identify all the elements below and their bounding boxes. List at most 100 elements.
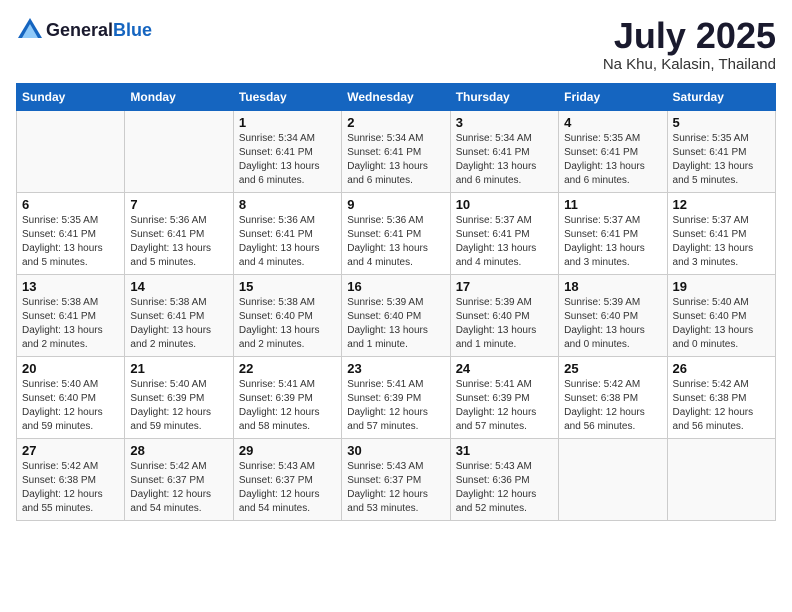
day-number: 29 — [239, 443, 336, 458]
day-number: 27 — [22, 443, 119, 458]
weekday-header-saturday: Saturday — [667, 83, 775, 110]
day-info: Sunrise: 5:42 AM Sunset: 6:38 PM Dayligh… — [564, 378, 661, 434]
day-number: 15 — [239, 279, 336, 294]
day-number: 26 — [673, 361, 770, 376]
day-info: Sunrise: 5:36 AM Sunset: 6:41 PM Dayligh… — [347, 214, 444, 270]
calendar-table: SundayMondayTuesdayWednesdayThursdayFrid… — [16, 83, 776, 521]
day-number: 7 — [130, 197, 227, 212]
day-number: 18 — [564, 279, 661, 294]
week-row-3: 13 Sunrise: 5:38 AM Sunset: 6:41 PM Dayli… — [17, 274, 776, 356]
day-number: 31 — [456, 443, 553, 458]
day-info: Sunrise: 5:39 AM Sunset: 6:40 PM Dayligh… — [564, 296, 661, 352]
day-cell: 3 Sunrise: 5:34 AM Sunset: 6:41 PM Daylig… — [450, 110, 558, 192]
weekday-header-wednesday: Wednesday — [342, 83, 450, 110]
day-info: Sunrise: 5:39 AM Sunset: 6:40 PM Dayligh… — [456, 296, 553, 352]
day-cell: 23 Sunrise: 5:41 AM Sunset: 6:39 PM Dayli… — [342, 356, 450, 438]
day-cell: 30 Sunrise: 5:43 AM Sunset: 6:37 PM Dayli… — [342, 438, 450, 520]
day-info: Sunrise: 5:36 AM Sunset: 6:41 PM Dayligh… — [239, 214, 336, 270]
day-info: Sunrise: 5:42 AM Sunset: 6:38 PM Dayligh… — [22, 460, 119, 516]
day-number: 5 — [673, 115, 770, 130]
day-number: 17 — [456, 279, 553, 294]
week-row-2: 6 Sunrise: 5:35 AM Sunset: 6:41 PM Daylig… — [17, 192, 776, 274]
day-number: 12 — [673, 197, 770, 212]
logo: GeneralBlue — [16, 16, 152, 44]
day-cell — [559, 438, 667, 520]
day-cell: 15 Sunrise: 5:38 AM Sunset: 6:40 PM Dayli… — [233, 274, 341, 356]
week-row-1: 1Sunrise: 5:34 AM Sunset: 6:41 PM Daylig… — [17, 110, 776, 192]
day-cell: 8 Sunrise: 5:36 AM Sunset: 6:41 PM Daylig… — [233, 192, 341, 274]
weekday-header-friday: Friday — [559, 83, 667, 110]
logo-blue: Blue — [113, 20, 152, 40]
day-cell: 13 Sunrise: 5:38 AM Sunset: 6:41 PM Dayli… — [17, 274, 125, 356]
day-number: 9 — [347, 197, 444, 212]
day-number: 11 — [564, 197, 661, 212]
day-info: Sunrise: 5:38 AM Sunset: 6:40 PM Dayligh… — [239, 296, 336, 352]
day-number: 30 — [347, 443, 444, 458]
day-info: Sunrise: 5:42 AM Sunset: 6:37 PM Dayligh… — [130, 460, 227, 516]
week-row-4: 20Sunrise: 5:40 AM Sunset: 6:40 PM Dayli… — [17, 356, 776, 438]
day-number: 22 — [239, 361, 336, 376]
day-info: Sunrise: 5:41 AM Sunset: 6:39 PM Dayligh… — [239, 378, 336, 434]
day-info: Sunrise: 5:35 AM Sunset: 6:41 PM Dayligh… — [22, 214, 119, 270]
day-cell: 20Sunrise: 5:40 AM Sunset: 6:40 PM Dayli… — [17, 356, 125, 438]
day-number: 8 — [239, 197, 336, 212]
day-cell: 28 Sunrise: 5:42 AM Sunset: 6:37 PM Dayli… — [125, 438, 233, 520]
title-block: July 2025 Na Khu, Kalasin, Thailand — [603, 16, 776, 73]
day-cell: 12 Sunrise: 5:37 AM Sunset: 6:41 PM Dayli… — [667, 192, 775, 274]
day-info: Sunrise: 5:35 AM Sunset: 6:41 PM Dayligh… — [564, 132, 661, 188]
day-info: Sunrise: 5:39 AM Sunset: 6:40 PM Dayligh… — [347, 296, 444, 352]
day-cell: 1Sunrise: 5:34 AM Sunset: 6:41 PM Daylig… — [233, 110, 341, 192]
day-cell: 26Sunrise: 5:42 AM Sunset: 6:38 PM Dayli… — [667, 356, 775, 438]
day-info: Sunrise: 5:38 AM Sunset: 6:41 PM Dayligh… — [22, 296, 119, 352]
day-info: Sunrise: 5:34 AM Sunset: 6:41 PM Dayligh… — [456, 132, 553, 188]
day-cell: 17 Sunrise: 5:39 AM Sunset: 6:40 PM Dayli… — [450, 274, 558, 356]
day-info: Sunrise: 5:34 AM Sunset: 6:41 PM Dayligh… — [347, 132, 444, 188]
day-number: 14 — [130, 279, 227, 294]
day-number: 13 — [22, 279, 119, 294]
day-number: 20 — [22, 361, 119, 376]
day-info: Sunrise: 5:34 AM Sunset: 6:41 PM Dayligh… — [239, 132, 336, 188]
day-cell: 5 Sunrise: 5:35 AM Sunset: 6:41 PM Daylig… — [667, 110, 775, 192]
day-info: Sunrise: 5:37 AM Sunset: 6:41 PM Dayligh… — [673, 214, 770, 270]
day-info: Sunrise: 5:41 AM Sunset: 6:39 PM Dayligh… — [456, 378, 553, 434]
day-number: 23 — [347, 361, 444, 376]
day-cell — [17, 110, 125, 192]
day-info: Sunrise: 5:37 AM Sunset: 6:41 PM Dayligh… — [564, 214, 661, 270]
day-cell: 21Sunrise: 5:40 AM Sunset: 6:39 PM Dayli… — [125, 356, 233, 438]
day-number: 28 — [130, 443, 227, 458]
day-info: Sunrise: 5:43 AM Sunset: 6:37 PM Dayligh… — [239, 460, 336, 516]
day-cell: 19 Sunrise: 5:40 AM Sunset: 6:40 PM Dayli… — [667, 274, 775, 356]
day-cell: 29 Sunrise: 5:43 AM Sunset: 6:37 PM Dayli… — [233, 438, 341, 520]
weekday-header-monday: Monday — [125, 83, 233, 110]
day-info: Sunrise: 5:40 AM Sunset: 6:39 PM Dayligh… — [130, 378, 227, 434]
day-number: 24 — [456, 361, 553, 376]
day-number: 6 — [22, 197, 119, 212]
day-cell: 22 Sunrise: 5:41 AM Sunset: 6:39 PM Dayli… — [233, 356, 341, 438]
day-info: Sunrise: 5:38 AM Sunset: 6:41 PM Dayligh… — [130, 296, 227, 352]
day-info: Sunrise: 5:41 AM Sunset: 6:39 PM Dayligh… — [347, 378, 444, 434]
week-row-5: 27 Sunrise: 5:42 AM Sunset: 6:38 PM Dayli… — [17, 438, 776, 520]
weekday-header-thursday: Thursday — [450, 83, 558, 110]
day-cell: 16 Sunrise: 5:39 AM Sunset: 6:40 PM Dayli… — [342, 274, 450, 356]
weekday-header-tuesday: Tuesday — [233, 83, 341, 110]
logo-icon — [16, 16, 44, 44]
day-number: 16 — [347, 279, 444, 294]
weekday-header-row: SundayMondayTuesdayWednesdayThursdayFrid… — [17, 83, 776, 110]
day-info: Sunrise: 5:40 AM Sunset: 6:40 PM Dayligh… — [673, 296, 770, 352]
month-title: July 2025 — [603, 16, 776, 56]
day-number: 2 — [347, 115, 444, 130]
logo-general: General — [46, 20, 113, 40]
page-header: GeneralBlue July 2025 Na Khu, Kalasin, T… — [16, 16, 776, 73]
day-number: 3 — [456, 115, 553, 130]
day-cell: 27 Sunrise: 5:42 AM Sunset: 6:38 PM Dayli… — [17, 438, 125, 520]
day-cell: 10Sunrise: 5:37 AM Sunset: 6:41 PM Dayli… — [450, 192, 558, 274]
day-info: Sunrise: 5:43 AM Sunset: 6:37 PM Dayligh… — [347, 460, 444, 516]
day-info: Sunrise: 5:35 AM Sunset: 6:41 PM Dayligh… — [673, 132, 770, 188]
day-number: 10 — [456, 197, 553, 212]
day-cell: 7 Sunrise: 5:36 AM Sunset: 6:41 PM Daylig… — [125, 192, 233, 274]
day-number: 19 — [673, 279, 770, 294]
day-info: Sunrise: 5:43 AM Sunset: 6:36 PM Dayligh… — [456, 460, 553, 516]
day-info: Sunrise: 5:36 AM Sunset: 6:41 PM Dayligh… — [130, 214, 227, 270]
day-cell: 31 Sunrise: 5:43 AM Sunset: 6:36 PM Dayli… — [450, 438, 558, 520]
day-cell: 18 Sunrise: 5:39 AM Sunset: 6:40 PM Dayli… — [559, 274, 667, 356]
